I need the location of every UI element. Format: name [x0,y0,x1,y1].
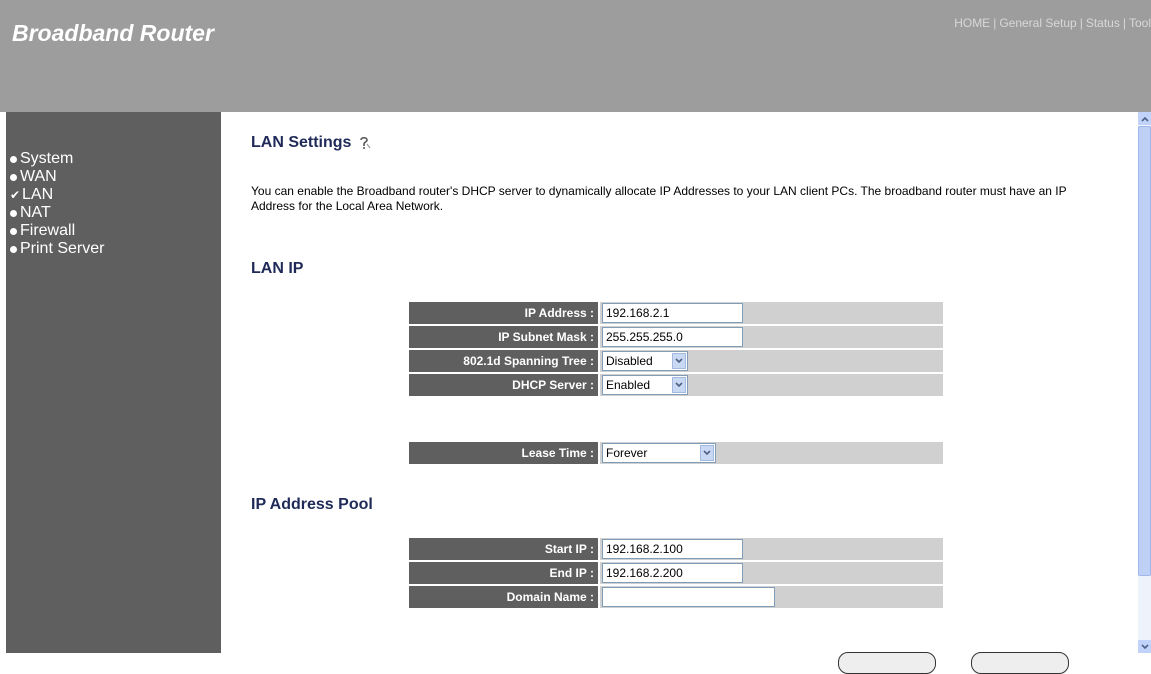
domain-name-row: Domain Name : [409,586,943,608]
sidebar-item-lan[interactable]: ✔ LAN [10,186,104,204]
sidebar-item-nat[interactable]: NAT [10,204,104,222]
sidebar-item-label: WAN [20,168,57,185]
end-ip-input[interactable] [602,563,743,583]
dhcp-server-label: DHCP Server : [409,374,600,396]
nav-separator: | [993,16,997,30]
end-ip-row: End IP : [409,562,943,584]
subnet-mask-row: IP Subnet Mask : [409,326,943,348]
sidebar-item-label: Print Server [20,240,105,257]
start-ip-label: Start IP : [409,538,600,560]
sidebar: System WAN ✔ LAN NAT Firewall Print Serve… [6,112,221,653]
top-nav: HOME | General Setup | Status | Tool [954,16,1151,30]
end-ip-label: End IP : [409,562,600,584]
dhcp-server-select[interactable]: Enabled [602,375,688,395]
bullet-icon [10,227,17,235]
sidebar-menu: System WAN ✔ LAN NAT Firewall Print Serve… [10,150,104,258]
lan-ip-table: IP Address : IP Subnet Mask : 802.1d Spa… [409,300,943,398]
nav-separator: | [1122,16,1126,30]
dhcp-server-row: DHCP Server : Enabled [409,374,943,396]
chevron-down-icon[interactable] [700,445,714,461]
nav-home-link[interactable]: HOME [954,16,990,30]
sidebar-item-print-server[interactable]: Print Server [10,240,104,258]
brand-title: Broadband Router [12,20,214,46]
nav-tool-link[interactable]: Tool [1129,16,1151,30]
lease-time-label: Lease Time : [409,442,600,464]
sidebar-item-label: NAT [20,204,51,221]
bullet-icon [10,245,17,253]
scroll-down-icon[interactable] [1138,640,1151,653]
page-title-text: LAN Settings [251,134,352,151]
lan-ip-heading: LAN IP [251,260,304,277]
page-description: You can enable the Broadband router's DH… [251,184,1067,213]
chevron-down-icon[interactable] [672,353,686,369]
spanning-tree-label: 802.1d Spanning Tree : [409,350,600,372]
sidebar-item-label: Firewall [20,222,76,239]
lease-time-row: Lease Time : Forever [409,442,943,464]
spanning-tree-row: 802.1d Spanning Tree : Disabled [409,350,943,372]
dhcp-server-value: Enabled [606,378,651,392]
nav-status-link[interactable]: Status [1086,16,1120,30]
apply-button[interactable] [838,652,936,674]
start-ip-input[interactable] [602,539,743,559]
start-ip-row: Start IP : [409,538,943,560]
sidebar-item-firewall[interactable]: Firewall [10,222,104,240]
vertical-scrollbar[interactable] [1138,112,1151,653]
nav-general-setup-link[interactable]: General Setup [999,16,1076,30]
spanning-tree-value: Disabled [606,354,653,368]
ip-address-row: IP Address : [409,302,943,324]
lease-time-select[interactable]: Forever [602,443,716,463]
bullet-icon [10,209,17,217]
domain-name-label: Domain Name : [409,586,600,608]
subnet-mask-label: IP Subnet Mask : [409,326,600,348]
ip-address-input[interactable] [602,303,743,323]
sidebar-item-wan[interactable]: WAN [10,168,104,186]
sidebar-item-system[interactable]: System [10,150,104,168]
nav-separator: | [1079,16,1083,30]
ip-pool-table: Start IP : End IP : Domain Name : [409,536,943,610]
page-title: LAN Settings [251,134,371,152]
lease-time-value: Forever [606,446,648,460]
cancel-button[interactable] [971,652,1069,674]
scroll-up-icon[interactable] [1138,112,1151,125]
main-content: LAN Settings You can enable the Broadban… [221,112,1138,674]
ip-address-label: IP Address : [409,302,600,324]
help-icon[interactable] [357,135,371,149]
spanning-tree-select[interactable]: Disabled [602,351,688,371]
check-icon: ✔ [10,188,21,202]
sidebar-item-label: System [20,150,74,167]
lease-time-table: Lease Time : Forever [409,440,943,466]
header: Broadband Router HOME | General Setup | Stat… [0,0,1151,112]
sidebar-item-label: LAN [22,186,54,203]
subnet-mask-input[interactable] [602,327,743,347]
bullet-icon [10,155,17,163]
chevron-down-icon[interactable] [672,377,686,393]
scrollbar-thumb[interactable] [1138,126,1151,576]
bullet-icon [10,173,17,181]
domain-name-input[interactable] [602,587,775,607]
ip-pool-heading: IP Address Pool [251,496,373,513]
